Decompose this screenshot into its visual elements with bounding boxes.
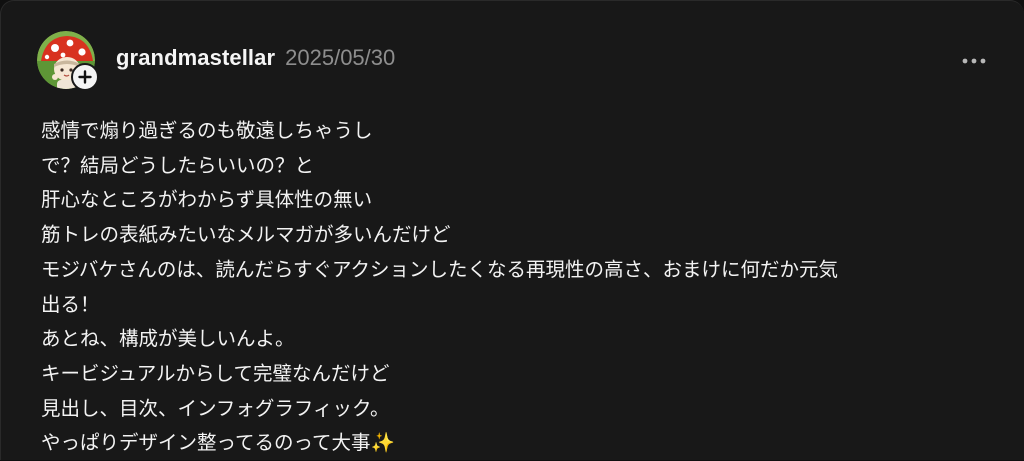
follow-button[interactable] [71,63,99,91]
post-text-line: 筋トレの表紙みたいなメルマガが多いんだけど [41,223,451,247]
post-text-line: キービジュアルからして完璧なんだけど [41,361,390,385]
post-text-line: で？結局どうしたらいいの？と [41,153,315,177]
author-username[interactable]: grandmastellar [116,45,275,71]
more-options-button[interactable] [959,49,989,73]
post-timestamp[interactable]: 2025/05/30 [285,45,395,71]
plus-icon [78,70,92,84]
post-body: 感情で煽り過ぎるのも敬遠しちゃうし で？結局どうしたらいいの？と 肝心なところが… [41,114,1001,461]
post-text-line: 見出し、目次、インフォグラフィック。 [41,396,390,420]
post-text-line: 感情で煽り過ぎるのも敬遠しちゃうし [41,119,373,142]
post-text-line: 出る！ [41,292,100,316]
more-horizontal-icon [962,58,986,64]
post-text-line: あとね、構成が美しいんよ。 [41,327,295,351]
post-card: grandmastellar 2025/05/30 感情で煽り過ぎるのも敬遠しち… [0,0,1024,460]
post-text-line: やっぱりデザイン整ってるのって大事✨ [41,431,395,455]
post-header: grandmastellar 2025/05/30 [37,31,395,91]
post-text-line: 肝心なところがわからず具体性の無い [41,188,373,212]
avatar-container[interactable] [37,31,99,91]
post-text-line: モジバケさんのは、読んだらすぐアクションしたくなる再現性の高さ、おまけに何だか元… [41,257,838,281]
post-meta: grandmastellar 2025/05/30 [116,45,395,71]
